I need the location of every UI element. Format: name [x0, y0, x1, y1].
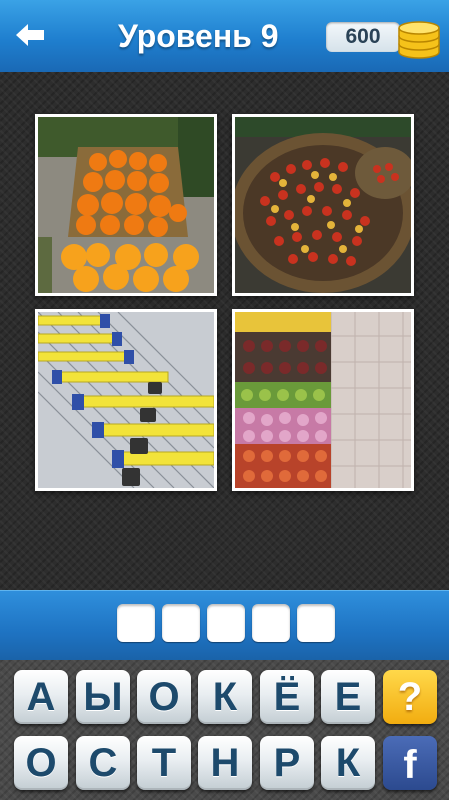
letter-key-12[interactable]: К	[321, 736, 375, 790]
level-title: Уровень 9	[118, 18, 279, 54]
photo-shopping-carts	[38, 312, 214, 488]
picture-3[interactable]	[35, 309, 217, 491]
photo-market-display	[235, 312, 411, 488]
photo-fruit-basket	[235, 117, 411, 293]
letter-key-3[interactable]: О	[137, 670, 191, 724]
answer-bar	[0, 590, 449, 661]
coin-counter: 600	[326, 22, 400, 52]
picture-board	[0, 72, 449, 590]
facebook-share-button[interactable]: f	[383, 736, 437, 790]
letter-key-2[interactable]: Ы	[76, 670, 130, 724]
answer-slot-1[interactable]	[117, 604, 155, 642]
letter-key-10[interactable]: Н	[198, 736, 252, 790]
answer-slot-2[interactable]	[162, 604, 200, 642]
letter-key-1[interactable]: А	[14, 670, 68, 724]
picture-4[interactable]	[232, 309, 414, 491]
picture-2[interactable]	[232, 114, 414, 296]
answer-slot-5[interactable]	[297, 604, 335, 642]
gold-coins-icon	[398, 21, 440, 59]
top-bar: Уровень 9 600	[0, 0, 449, 72]
answer-slot-4[interactable]	[252, 604, 290, 642]
arrow-left-icon	[16, 24, 44, 46]
letter-keyboard: А Ы О К Ё Е ? О С Т Н Р К f	[0, 660, 449, 800]
photo-pumpkins	[38, 117, 214, 293]
letter-key-9[interactable]: Т	[137, 736, 191, 790]
hint-button[interactable]: ?	[383, 670, 437, 724]
letter-key-6[interactable]: Е	[321, 670, 375, 724]
letter-key-8[interactable]: С	[76, 736, 130, 790]
back-button[interactable]	[10, 18, 50, 52]
letter-key-4[interactable]: К	[198, 670, 252, 724]
letter-key-7[interactable]: О	[14, 736, 68, 790]
answer-slot-3[interactable]	[207, 604, 245, 642]
letter-key-5[interactable]: Ё	[260, 670, 314, 724]
letter-key-11[interactable]: Р	[260, 736, 314, 790]
picture-1[interactable]	[35, 114, 217, 296]
